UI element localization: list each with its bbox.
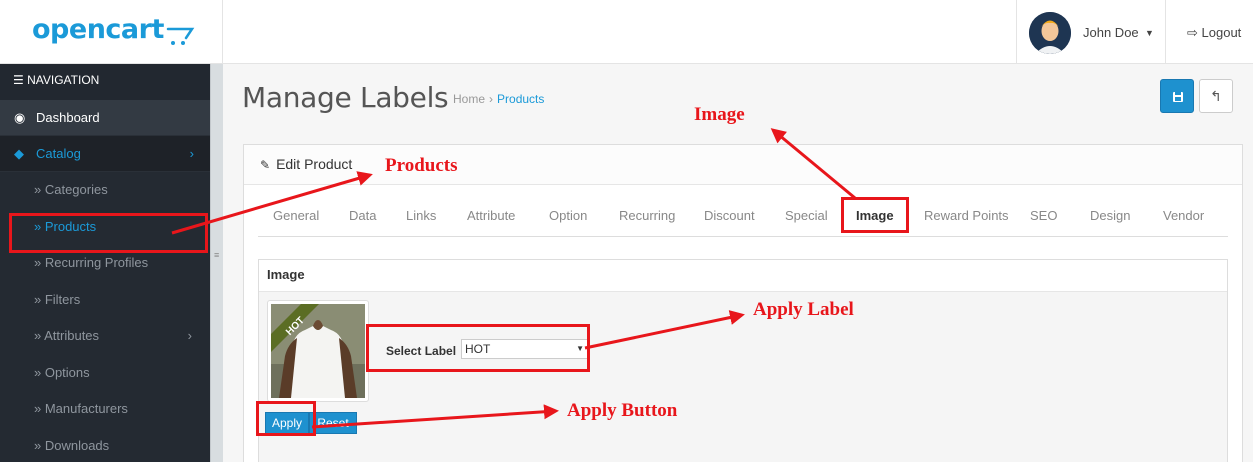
select-label-highlight-box bbox=[366, 324, 590, 372]
avatar[interactable] bbox=[1029, 12, 1071, 54]
tab-seo[interactable]: SEO bbox=[1030, 195, 1057, 237]
image-section-heading: Image bbox=[259, 260, 1227, 292]
reply-icon: ↰ bbox=[1210, 88, 1222, 104]
apply-button-highlight-box bbox=[256, 401, 316, 436]
annotation-image: Image bbox=[694, 104, 745, 125]
top-header: opencart John Doe ▼ ⇨ Logout bbox=[0, 0, 1253, 64]
pencil-icon: ✎ bbox=[260, 158, 271, 172]
tab-discount[interactable]: Discount bbox=[704, 195, 755, 237]
tab-option[interactable]: Option bbox=[549, 195, 587, 237]
sidebar-item-filters[interactable]: » Filters bbox=[0, 281, 210, 318]
logout-icon: ⇨ bbox=[1187, 25, 1198, 40]
tab-data[interactable]: Data bbox=[349, 195, 376, 237]
save-button[interactable] bbox=[1160, 79, 1194, 113]
reset-button[interactable]: Reset bbox=[309, 412, 357, 434]
tab-design[interactable]: Design bbox=[1090, 195, 1130, 237]
sidebar-item-categories[interactable]: » Categories bbox=[0, 172, 210, 209]
dashboard-icon: ◉ bbox=[14, 110, 26, 125]
tab-general[interactable]: General bbox=[273, 195, 319, 237]
breadcrumb-separator: › bbox=[489, 92, 494, 106]
annotation-apply-button: Apply Button bbox=[567, 400, 678, 421]
annotation-apply-label: Apply Label bbox=[753, 299, 854, 320]
edit-product-panel: ✎ Edit Product General Data Links Attribu… bbox=[243, 144, 1243, 462]
chevron-down-icon[interactable]: ▼ bbox=[1145, 28, 1154, 38]
tab-links[interactable]: Links bbox=[406, 195, 436, 237]
sidebar-item-catalog[interactable]: ◆ Catalog › bbox=[0, 136, 210, 172]
tab-attribute[interactable]: Attribute bbox=[467, 195, 515, 237]
sidebar-item-manufacturers[interactable]: » Manufacturers bbox=[0, 391, 210, 428]
save-icon bbox=[1173, 92, 1183, 102]
image-tab-highlight-box bbox=[841, 197, 909, 233]
menu-icon: ☰ bbox=[13, 73, 24, 87]
sidebar-item-downloads[interactable]: » Downloads bbox=[0, 427, 210, 462]
breadcrumb: Home › Products bbox=[453, 92, 544, 106]
tab-recurring[interactable]: Recurring bbox=[619, 195, 675, 237]
user-name[interactable]: John Doe bbox=[1083, 25, 1139, 40]
tag-icon: ◆ bbox=[14, 146, 24, 161]
chevron-right-icon: › bbox=[187, 328, 192, 343]
logout-link[interactable]: ⇨ Logout bbox=[1187, 25, 1241, 41]
opencart-logo[interactable]: opencart bbox=[32, 14, 164, 45]
tshirt-image: HOT bbox=[271, 304, 365, 398]
page-title: Manage Labels bbox=[242, 81, 449, 114]
grip-icon: ≡ bbox=[214, 250, 220, 260]
user-menu[interactable]: John Doe ▼ bbox=[1016, 0, 1166, 64]
chevron-right-icon: › bbox=[189, 146, 194, 161]
tab-special[interactable]: Special bbox=[785, 195, 828, 237]
product-tabs: General Data Links Attribute Option Recu… bbox=[258, 195, 1228, 237]
logout-label: Logout bbox=[1201, 25, 1242, 40]
cart-logo-icon bbox=[166, 27, 195, 45]
user-avatar-icon bbox=[1029, 12, 1071, 54]
sidebar-resize-handle[interactable]: ≡ bbox=[210, 64, 223, 462]
tab-vendor[interactable]: Vendor bbox=[1163, 195, 1204, 237]
sidebar-item-options[interactable]: » Options bbox=[0, 354, 210, 391]
products-highlight-box bbox=[9, 213, 208, 253]
logo-area: opencart bbox=[0, 0, 223, 64]
sidebar-item-dashboard[interactable]: ◉ Dashboard bbox=[0, 100, 210, 136]
product-image-thumbnail[interactable]: HOT bbox=[267, 300, 369, 402]
annotation-products: Products bbox=[385, 155, 458, 176]
breadcrumb-products[interactable]: Products bbox=[497, 92, 544, 106]
navigation-heading[interactable]: ☰ NAVIGATION bbox=[0, 64, 210, 100]
back-button[interactable]: ↰ bbox=[1199, 79, 1233, 113]
breadcrumb-home[interactable]: Home bbox=[453, 92, 485, 106]
sidebar-item-attributes[interactable]: » Attributes › bbox=[0, 318, 210, 355]
sidebar-navigation: ☰ NAVIGATION ◉ Dashboard ◆ Catalog › » Cat… bbox=[0, 64, 210, 462]
tab-reward-points[interactable]: Reward Points bbox=[924, 195, 1009, 237]
image-section-body: HOT Select Label HOT ▼ Apply Reset bbox=[259, 292, 1227, 462]
